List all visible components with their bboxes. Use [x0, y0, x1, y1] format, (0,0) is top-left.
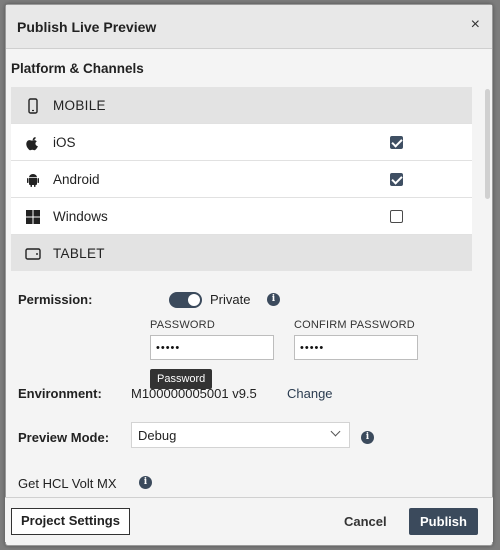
preview-mode-select[interactable]: Debug: [131, 422, 350, 448]
dialog-title: Publish Live Preview: [17, 19, 157, 35]
apple-icon: [26, 137, 38, 151]
platforms-section-title: Platform & Channels: [11, 61, 144, 76]
dialog-titlebar: Publish Live Preview ×: [6, 5, 492, 49]
confirm-password-field[interactable]: •••••: [294, 335, 418, 360]
android-checkbox[interactable]: [390, 173, 403, 186]
cancel-button[interactable]: Cancel: [344, 514, 387, 529]
tablet-icon: [25, 248, 41, 260]
confirm-password-label: CONFIRM PASSWORD: [294, 319, 415, 331]
publish-button[interactable]: Publish: [409, 508, 478, 535]
platform-list: MOBILE iOS Android Windows TABLET: [11, 87, 472, 271]
publish-dialog: Publish Live Preview ×: [5, 4, 493, 546]
platform-group-tablet[interactable]: TABLET: [11, 235, 472, 271]
preview-mode-value: Debug: [138, 428, 177, 443]
platform-label-android: Android: [53, 172, 100, 187]
password-field[interactable]: •••••: [150, 335, 274, 360]
platform-row-windows[interactable]: Windows: [11, 198, 472, 235]
private-label: Private: [210, 292, 251, 307]
preview-mode-info-icon[interactable]: i: [361, 431, 374, 444]
platform-list-scrollbar[interactable]: [485, 89, 490, 199]
platform-label-windows: Windows: [53, 209, 108, 224]
private-toggle[interactable]: [169, 292, 202, 308]
permission-info-icon[interactable]: i: [267, 293, 280, 306]
password-label: PASSWORD: [150, 319, 215, 331]
platform-group-mobile[interactable]: MOBILE: [11, 87, 472, 124]
android-icon: [27, 174, 39, 187]
preview-mode-label: Preview Mode:: [18, 430, 110, 445]
password-tooltip: Password: [150, 369, 213, 389]
permission-label: Permission:: [18, 292, 93, 307]
get-volt-label: Get HCL Volt MX: [18, 476, 117, 491]
platform-row-ios[interactable]: iOS: [11, 124, 472, 161]
platform-group-label: MOBILE: [53, 98, 106, 113]
chevron-down-icon: [330, 426, 341, 437]
mobile-phone-icon: [28, 98, 38, 114]
environment-change-link[interactable]: Change: [287, 386, 333, 401]
windows-checkbox[interactable]: [390, 210, 403, 223]
platform-label-ios: iOS: [53, 135, 76, 150]
platform-group-label: TABLET: [53, 246, 105, 261]
environment-label: Environment:: [18, 386, 102, 401]
get-volt-info-icon[interactable]: i: [139, 476, 152, 489]
close-icon[interactable]: ×: [471, 17, 480, 33]
project-settings-button[interactable]: Project Settings: [11, 508, 130, 535]
platform-row-android[interactable]: Android: [11, 161, 472, 198]
ios-checkbox[interactable]: [390, 136, 403, 149]
windows-icon: [26, 210, 40, 224]
